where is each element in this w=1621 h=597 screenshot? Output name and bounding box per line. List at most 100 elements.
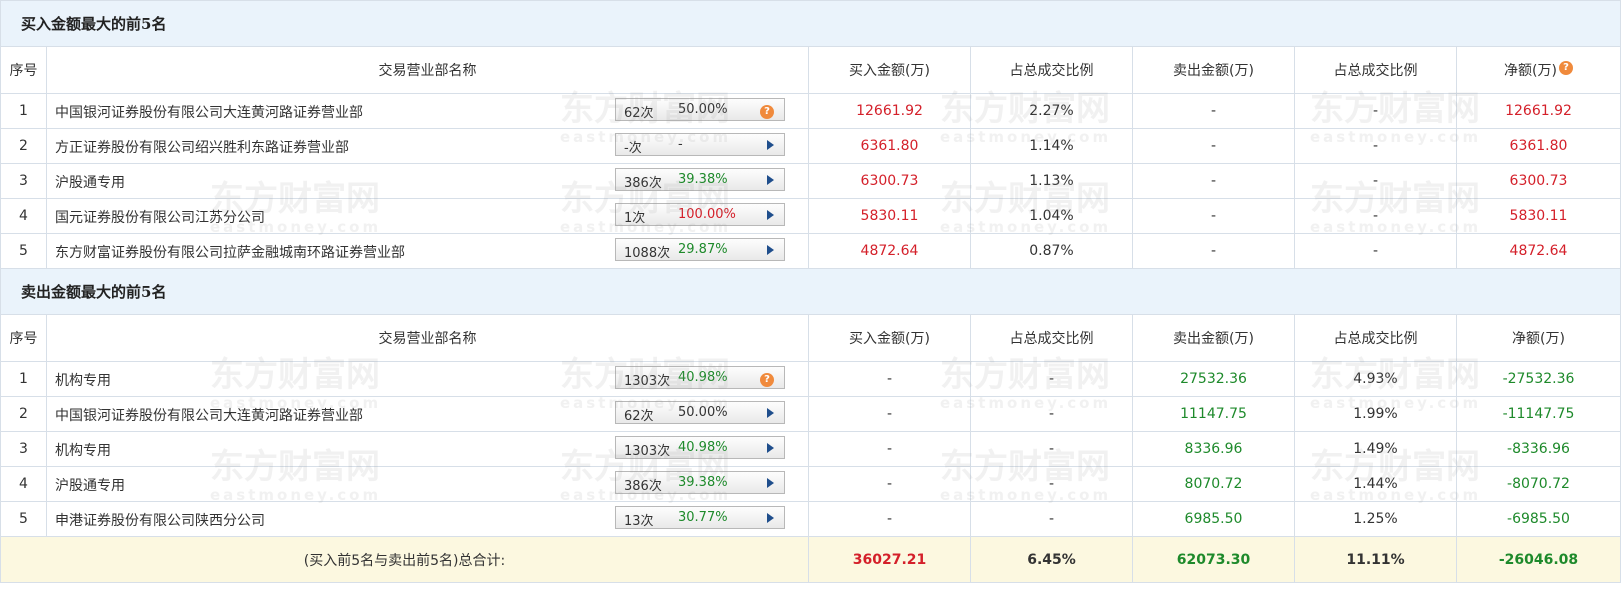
branch-cell: 东方财富证券股份有限公司拉萨金融城南环路证券营业部 1088次 29.87%: [46, 233, 809, 269]
net-amount: -8070.72: [1456, 466, 1621, 502]
net-amount: 6300.73: [1456, 163, 1621, 199]
net-amount: 6361.80: [1456, 128, 1621, 164]
listing-count: 13次: [624, 514, 654, 529]
success-rate: 29.87%: [678, 242, 728, 257]
buy-amount: -: [808, 466, 971, 502]
sell-amount: 6985.50: [1132, 501, 1295, 537]
column-header: 占总成交比例: [1294, 46, 1457, 94]
branch-name-link[interactable]: 国元证券股份有限公司江苏分公司: [55, 207, 265, 227]
branch-stats-button[interactable]: 13次 30.77%: [615, 506, 785, 529]
triangle-right-icon: [767, 140, 774, 150]
total-row: (买入前5名与卖出前5名)总合计: 36027.21 6.45% 62073.30 11…: [0, 536, 1621, 583]
column-header: 序号: [0, 46, 47, 94]
branch-cell: 沪股通专用 386次 39.38%: [46, 163, 809, 199]
branch-name-link[interactable]: 机构专用: [55, 440, 111, 460]
buy-amount: 5830.11: [808, 198, 971, 234]
branch-stats-button[interactable]: 62次 50.00%: [615, 401, 785, 424]
buy-ratio: -: [970, 501, 1133, 537]
branch-stats-button[interactable]: 1088次 29.87%: [615, 238, 785, 261]
help-icon[interactable]: ?: [760, 103, 774, 119]
branch-name-link[interactable]: 申港证券股份有限公司陕西分公司: [55, 510, 265, 530]
branch-name-link[interactable]: 中国银河证券股份有限公司大连黄河路证券营业部: [55, 102, 363, 122]
listing-count: 1088次: [624, 246, 671, 261]
branch-name-link[interactable]: 东方财富证券股份有限公司拉萨金融城南环路证券营业部: [55, 242, 405, 262]
column-header-label: 占总成交比例: [1333, 331, 1418, 347]
branch-cell: 方正证券股份有限公司绍兴胜利东路证券营业部 -次 -: [46, 128, 809, 164]
row-index: 4: [0, 198, 47, 234]
help-icon[interactable]: ?: [1558, 61, 1573, 75]
buy-ratio: -: [970, 466, 1133, 502]
table-row: 2 方正证券股份有限公司绍兴胜利东路证券营业部 -次 -6361.80 1.14% - -6…: [0, 128, 1621, 164]
table-row: 3 沪股通专用 386次 39.38% 6300.73 1.13% - -6300.73: [0, 163, 1621, 199]
branch-name-link[interactable]: 机构专用: [55, 370, 111, 390]
success-rate: 39.38%: [678, 172, 728, 187]
success-rate: 50.00%: [678, 405, 728, 420]
play-arrow-icon[interactable]: [767, 512, 774, 527]
net-amount: 5830.11: [1456, 198, 1621, 234]
column-header-label: 买入金额(万): [849, 63, 930, 79]
total-buy: 36027.21: [808, 536, 971, 583]
listing-count: 1303次: [624, 374, 671, 389]
triangle-right-icon: [767, 245, 774, 255]
row-index: 1: [0, 361, 47, 397]
play-arrow-icon[interactable]: [767, 209, 774, 224]
branch-stats-button[interactable]: 386次 39.38%: [615, 168, 785, 191]
column-header-label: 净额(万): [1512, 331, 1565, 347]
branch-name-link[interactable]: 中国银河证券股份有限公司大连黄河路证券营业部: [55, 405, 363, 425]
total-sell-ratio: 11.11%: [1294, 536, 1457, 583]
row-index: 5: [0, 233, 47, 269]
buy-ratio: -: [970, 361, 1133, 397]
sell-amount: 8336.96: [1132, 431, 1295, 467]
play-arrow-icon[interactable]: [767, 244, 774, 259]
listing-count: 386次: [624, 176, 662, 191]
play-arrow-icon[interactable]: [767, 407, 774, 422]
sell-ratio: -: [1294, 128, 1457, 164]
success-rate: 50.00%: [678, 102, 728, 117]
column-header: 占总成交比例: [1294, 314, 1457, 362]
help-icon[interactable]: ?: [760, 371, 774, 387]
total-label: (买入前5名与卖出前5名)总合计:: [0, 536, 809, 583]
branch-stats-button[interactable]: 1303次 40.98%: [615, 436, 785, 459]
table-row: 1 机构专用 1303次 40.98%? - -27532.36 4.93% -27532.3…: [0, 361, 1621, 397]
branch-name-link[interactable]: 沪股通专用: [55, 172, 125, 192]
row-index: 3: [0, 163, 47, 199]
sell-amount: -: [1132, 93, 1295, 129]
triangle-right-icon: [767, 478, 774, 488]
success-rate: -: [678, 137, 683, 152]
question-mark-icon: ?: [760, 105, 774, 119]
table-row: 1 中国银河证券股份有限公司大连黄河路证券营业部 62次 50.00%? 12661.9…: [0, 93, 1621, 129]
dragon-tiger-table: 买入金额最大的前5名 序号 交易营业部名称 买入金额(万) 占总成交比例 卖出金额(万) 占…: [0, 0, 1621, 583]
net-amount: 12661.92: [1456, 93, 1621, 129]
branch-stats-button[interactable]: -次 -: [615, 133, 785, 156]
buy-ratio: -: [970, 431, 1133, 467]
sell-amount: -: [1132, 198, 1295, 234]
play-arrow-icon[interactable]: [767, 477, 774, 492]
buy-ratio: -: [970, 396, 1133, 432]
branch-stats-button[interactable]: 1303次 40.98%?: [615, 366, 785, 389]
sell-ratio: -: [1294, 93, 1457, 129]
branch-cell: 申港证券股份有限公司陕西分公司 13次 30.77%: [46, 501, 809, 537]
column-header-label: 占总成交比例: [1009, 331, 1094, 347]
table-row: 3 机构专用 1303次 40.98% - -8336.96 1.49% -8336.96: [0, 431, 1621, 467]
play-arrow-icon[interactable]: [767, 139, 774, 154]
listing-count: 386次: [624, 479, 662, 494]
triangle-right-icon: [767, 513, 774, 523]
column-header: 占总成交比例: [970, 46, 1133, 94]
branch-stats-button[interactable]: 386次 39.38%: [615, 471, 785, 494]
listing-count: 1次: [624, 211, 646, 226]
column-header-label: 卖出金额(万): [1173, 63, 1254, 79]
buy-ratio: 2.27%: [970, 93, 1133, 129]
branch-name-link[interactable]: 沪股通专用: [55, 475, 125, 495]
column-header: 买入金额(万): [808, 314, 971, 362]
table-row: 2 中国银河证券股份有限公司大连黄河路证券营业部 62次 50.00% - -11147.…: [0, 396, 1621, 432]
triangle-right-icon: [767, 175, 774, 185]
branch-cell: 国元证券股份有限公司江苏分公司 1次 100.00%: [46, 198, 809, 234]
buy-amount: 12661.92: [808, 93, 971, 129]
play-arrow-icon[interactable]: [767, 442, 774, 457]
sell-amount: -: [1132, 128, 1295, 164]
branch-name-link[interactable]: 方正证券股份有限公司绍兴胜利东路证券营业部: [55, 137, 349, 157]
branch-stats-button[interactable]: 1次 100.00%: [615, 203, 785, 226]
play-arrow-icon[interactable]: [767, 174, 774, 189]
row-index: 1: [0, 93, 47, 129]
branch-stats-button[interactable]: 62次 50.00%?: [615, 98, 785, 121]
